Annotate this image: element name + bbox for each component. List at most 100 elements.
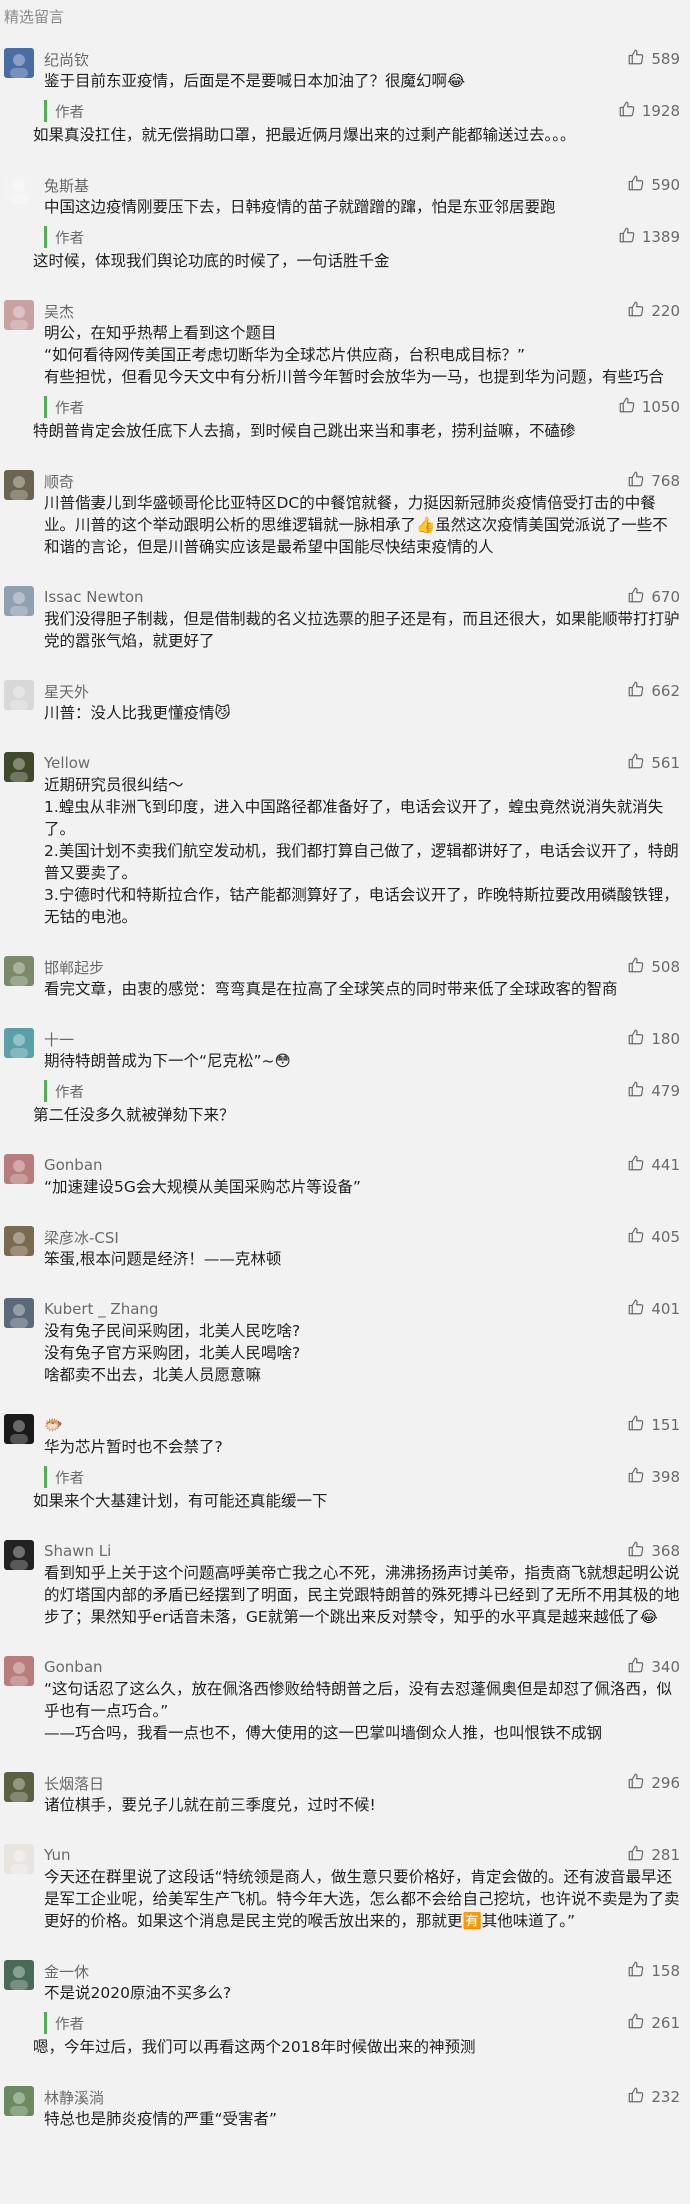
avatar[interactable] — [4, 680, 34, 710]
comment-item: Shawn Li 368 看到知乎上关于这个问题高呼美帝亡我之心不死，沸沸扬扬声讨美… — [0, 1526, 690, 1642]
like-count: 401 — [651, 1300, 680, 1318]
avatar[interactable] — [4, 1772, 34, 1802]
comment-text: 近期研究员很纠结～ 1.蝗虫从非洲飞到印度，进入中国路径都准备好了，电话会议开了… — [44, 776, 679, 926]
comment-body: 兔斯基 590 中国这边疫情刚要压下去，日韩疫情的苗子就蹭蹭的蹿，怕是东亚邻居要跑作… — [33, 174, 680, 272]
comment-meta: 邯郸起步 508 — [44, 956, 680, 978]
comment-body: Issac Newton 670 我们没得胆子制裁，但是借制裁的名义拉选票的胆子还是… — [44, 586, 680, 652]
reply-like-count: 1050 — [641, 398, 680, 416]
comment-meta: Yellow 561 — [44, 752, 680, 774]
comment-text: 看到知乎上关于这个问题高呼美帝亡我之心不死，沸沸扬扬声讨美帝，指责商飞就想起明公… — [44, 1564, 680, 1626]
thumbs-up-icon — [627, 1154, 651, 1176]
avatar[interactable] — [4, 300, 34, 330]
like-button[interactable]: 296 — [627, 1772, 680, 1794]
avatar[interactable] — [4, 1414, 34, 1444]
avatar[interactable] — [4, 2086, 34, 2116]
comment-text: “加速建设5G会大规模从美国采购芯片等设备” — [44, 1178, 361, 1196]
reply-like-button[interactable]: 1389 — [618, 226, 680, 248]
avatar[interactable] — [4, 1154, 34, 1184]
comment-meta: Kubert _ Zhang 401 — [44, 1298, 680, 1320]
thumbs-up-icon — [627, 2086, 651, 2108]
like-button[interactable]: 441 — [627, 1154, 680, 1176]
commenter-name: Shawn Li — [44, 1542, 112, 1560]
comment-text: 中国这边疫情刚要压下去，日韩疫情的苗子就蹭蹭的蹿，怕是东亚邻居要跑 — [44, 198, 556, 216]
like-button[interactable]: 220 — [627, 300, 680, 322]
like-button[interactable]: 180 — [627, 1028, 680, 1050]
thumbs-up-icon — [618, 396, 642, 418]
comment-item: 梁彦冰-CSI 405 笨蛋,根本问题是经济！——克林顿 — [0, 1212, 690, 1284]
reply-like-button[interactable]: 1928 — [618, 100, 680, 122]
reply-like-button[interactable]: 479 — [627, 1080, 680, 1102]
like-count: 589 — [651, 50, 680, 68]
like-button[interactable]: 405 — [627, 1226, 680, 1248]
commenter-name: Yun — [44, 1846, 71, 1864]
comment-text: 笨蛋,根本问题是经济！——克林顿 — [44, 1250, 282, 1268]
like-button[interactable]: 340 — [627, 1656, 680, 1678]
avatar[interactable] — [4, 1028, 34, 1058]
section-title: 精选留言 — [4, 8, 65, 26]
commenter-name: 顺奇 — [44, 472, 75, 491]
like-count: 508 — [651, 958, 680, 976]
like-count: 158 — [651, 1962, 680, 1980]
commenter-name: 十一 — [44, 1030, 75, 1049]
commenter-name: Gonban — [44, 1658, 103, 1676]
avatar[interactable] — [4, 470, 34, 500]
avatar[interactable] — [4, 1960, 34, 1990]
like-count: 220 — [651, 302, 680, 320]
like-button[interactable]: 768 — [627, 470, 680, 492]
comment-meta: 🐡 151 — [44, 1414, 680, 1436]
like-button[interactable]: 151 — [627, 1414, 680, 1436]
comment-item: Kubert _ Zhang 401 没有兔子民间采购团，北美人民吃啥? 没有兔子官… — [0, 1284, 690, 1400]
commenter-name: 邯郸起步 — [44, 958, 105, 977]
comment-item: 吴杰 220 明公，在知乎热帮上看到这个题目 “如何看待网传美国正考虑切断华为全球芯… — [0, 286, 690, 456]
like-button[interactable]: 368 — [627, 1540, 680, 1562]
reply-like-button[interactable]: 398 — [627, 1466, 680, 1488]
comment-text: 川普偕妻儿到华盛顿哥伦比亚特区DC的中餐馆就餐，力挺因新冠肺炎疫情倍受打击的中餐… — [44, 494, 668, 556]
avatar[interactable] — [4, 174, 34, 204]
commenter-name: Yellow — [44, 754, 91, 772]
reply-like-count: 398 — [651, 1468, 680, 1486]
comment-meta: Yun 281 — [44, 1844, 680, 1866]
author-reply: 作者 398 — [44, 1466, 680, 1488]
like-button[interactable]: 589 — [627, 48, 680, 70]
comment-body: 邯郸起步 508 看完文章，由衷的感觉：弯弯真是在拉高了全球笑点的同时带来低了全球政… — [44, 956, 680, 1000]
thumbs-up-icon — [627, 470, 651, 492]
avatar[interactable] — [4, 1298, 34, 1328]
avatar[interactable] — [4, 1226, 34, 1256]
like-button[interactable]: 508 — [627, 956, 680, 978]
comment-meta: Gonban 441 — [44, 1154, 680, 1176]
commenter-name: 吴杰 — [44, 302, 75, 321]
thumbs-up-icon — [627, 586, 651, 608]
reply-like-button[interactable]: 1050 — [618, 396, 680, 418]
reply-text: 如果真没扛住，就无偿捐助口罩，把最近俩月爆出来的过剩产能都输送过去。。。 — [33, 126, 576, 144]
thumbs-up-icon — [627, 174, 651, 196]
avatar[interactable] — [4, 1844, 34, 1874]
like-count: 340 — [651, 1658, 680, 1676]
thumbs-up-icon — [627, 2012, 651, 2034]
like-button[interactable]: 401 — [627, 1298, 680, 1320]
avatar[interactable] — [4, 1540, 34, 1570]
thumbs-up-icon — [627, 1540, 651, 1562]
like-button[interactable]: 590 — [627, 174, 680, 196]
avatar[interactable] — [4, 48, 34, 78]
comment-body: 梁彦冰-CSI 405 笨蛋,根本问题是经济！——克林顿 — [44, 1226, 680, 1270]
reply-like-button[interactable]: 261 — [627, 2012, 680, 2034]
thumbs-up-icon — [627, 1226, 651, 1248]
avatar[interactable] — [4, 1656, 34, 1686]
like-button[interactable]: 561 — [627, 752, 680, 774]
comment-item: 顺奇 768 川普偕妻儿到华盛顿哥伦比亚特区DC的中餐馆就餐，力挺因新冠肺炎疫情倍受… — [0, 456, 690, 572]
comment-item: Yellow 561 近期研究员很纠结～ 1.蝗虫从非洲飞到印度，进入中国路径都准备… — [0, 738, 690, 942]
thumbs-up-icon — [627, 48, 651, 70]
like-button[interactable]: 232 — [627, 2086, 680, 2108]
reply-meta: 作者 1050 — [55, 396, 680, 418]
section-header: 精选留言 — [0, 0, 690, 34]
avatar[interactable] — [4, 752, 34, 782]
like-button[interactable]: 281 — [627, 1844, 680, 1866]
comment-meta: 顺奇 768 — [44, 470, 680, 492]
like-button[interactable]: 662 — [627, 680, 680, 702]
avatar[interactable] — [4, 956, 34, 986]
like-button[interactable]: 158 — [627, 1960, 680, 1982]
like-button[interactable]: 670 — [627, 586, 680, 608]
avatar[interactable] — [4, 586, 34, 616]
comment-meta: 纪尚钦 589 — [44, 48, 680, 70]
comment-text: 鉴于目前东亚疫情，后面是不是要喊日本加油了？很魔幻啊😂 — [44, 72, 466, 90]
